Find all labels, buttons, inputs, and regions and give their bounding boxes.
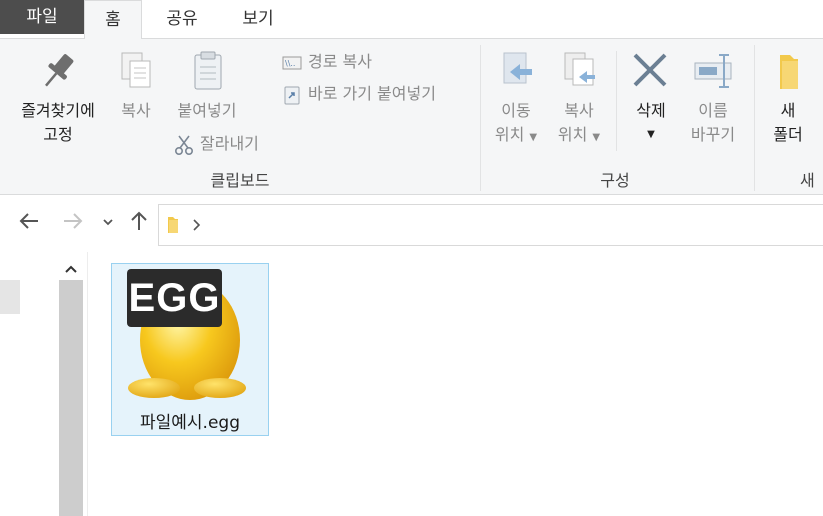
clipboard-icon [194,51,222,90]
chevron-right-icon[interactable] [191,217,203,233]
chevron-up-icon [65,265,77,273]
pin-icon [45,54,74,87]
tab-view[interactable]: 보기 [226,0,290,38]
ribbon-separator [616,51,617,151]
paste-shortcut-button[interactable]: 바로 가기 붙여넣기 [282,83,436,105]
move-to-icon [503,52,532,84]
tab-home[interactable]: 홈 [84,0,142,39]
paste-shortcut-icon [284,86,300,104]
scissors-icon [174,135,194,155]
egg-badge-label: EGG [127,269,222,327]
cut-label: 잘라내기 [200,134,259,153]
new-folder-button[interactable]: 새 폴더 [760,49,816,147]
chevron-down-icon: ▼ [529,132,538,143]
clipboard-group-label: 클립보드 [210,171,270,190]
copy-icon [121,52,151,88]
copy-path-label: 경로 복사 [308,52,372,71]
copy-to-label-line2: 위치 ▼ [557,125,601,144]
scroll-up-button[interactable] [59,258,83,280]
forward-arrow-icon[interactable] [62,210,84,238]
ribbon-separator [754,45,755,191]
copy-path-icon: \\.. [282,56,302,69]
pin-to-quick-access-button[interactable]: 즐겨찾기에 고정 [8,49,108,147]
copy-to-label-line1: 복사 [564,101,594,120]
pin-label-line1: 즐겨찾기에 [21,101,95,120]
recent-locations-chevron-icon[interactable] [101,212,115,237]
move-to-button[interactable]: 이동 위치 ▼ [488,49,544,150]
svg-text:\\..: \\.. [285,59,295,68]
new-group-label: 새 [800,171,815,190]
copy-label: 복사 [121,101,151,120]
tab-share[interactable]: 공유 [150,0,214,38]
paste-shortcut-label: 바로 가기 붙여넣기 [308,84,436,103]
move-to-label-line2: 위치 ▼ [494,125,538,144]
delete-button[interactable]: 삭제 ▼ [624,49,678,147]
folder-icon [168,217,178,233]
file-name: 파일예시.egg [139,413,240,433]
cut-button[interactable]: 잘라내기 [174,133,259,156]
copy-to-icon [564,52,595,86]
delete-label: 삭제 [636,101,666,120]
tab-file[interactable]: 파일 [0,0,84,34]
chevron-down-icon: ▼ [647,129,655,140]
pin-label-line2: 고정 [43,125,73,144]
ribbon-separator [480,45,481,191]
rename-icon [694,54,732,88]
up-arrow-icon[interactable] [128,210,150,238]
address-bar[interactable] [158,204,823,246]
ribbon-tab-bar: 파일 홈 공유 보기 [0,0,823,39]
file-item[interactable]: EGG 파일예시.egg [111,263,269,436]
folder-icon [780,55,798,89]
organize-group-label: 구성 [600,171,630,190]
rename-button[interactable]: 이름 바꾸기 [682,49,744,147]
move-to-label-line1: 이동 [501,101,531,120]
copy-path-button[interactable]: \\.. 경로 복사 [282,51,372,73]
back-arrow-icon[interactable] [18,210,40,238]
paste-button[interactable]: 붙여넣기 [166,49,248,123]
copy-button[interactable]: 복사 [110,49,162,123]
ribbon: 즐겨찾기에 고정 복사 붙여넣기 \\.. 경로 복사 바로 가기 붙여넣기 잘… [0,38,823,195]
scrollbar-thumb[interactable] [59,280,83,516]
delete-x-icon [633,53,667,87]
paste-label: 붙여넣기 [177,101,237,120]
copy-to-button[interactable]: 복사 위치 ▼ [548,49,610,150]
new-folder-label-line2: 폴더 [773,125,803,144]
new-folder-label-line1: 새 [780,101,796,120]
navigation-pane-selected-item[interactable] [0,280,20,314]
chevron-down-icon: ▼ [592,132,601,143]
rename-label-line1: 이름 [698,101,728,120]
rename-label-line2: 바꾸기 [690,125,736,144]
